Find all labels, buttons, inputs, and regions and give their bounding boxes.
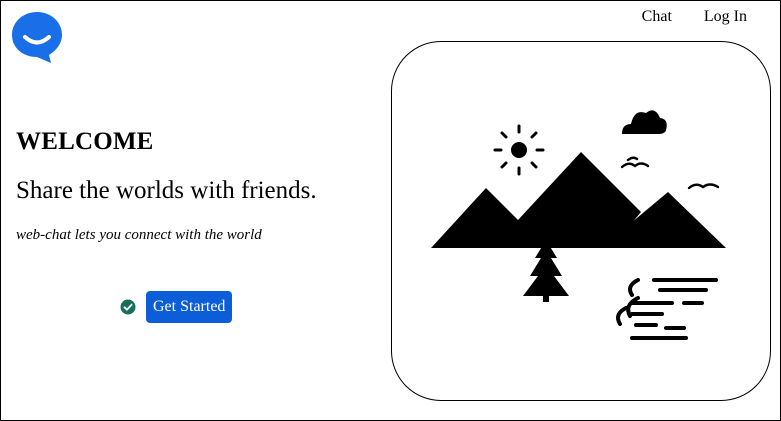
page: Chat Log In WELCOME Share the worlds wit… [0, 0, 781, 421]
birds-icon [620, 156, 720, 190]
mountains-icon [431, 152, 726, 248]
get-started-button[interactable]: Get Started [146, 291, 233, 323]
top-nav: Chat Log In [642, 8, 747, 26]
wind-icon [616, 278, 718, 340]
check-circle-icon [120, 299, 136, 315]
nav-chat-link[interactable]: Chat [642, 8, 672, 26]
illustration-card [391, 41, 771, 401]
pine-tree-icon [523, 240, 569, 302]
hero-title: WELCOME [16, 128, 154, 155]
sun-icon [493, 124, 545, 176]
landscape-mountains-icon [431, 110, 726, 340]
chat-bubble-smile-icon[interactable] [10, 10, 64, 64]
cloud-icon [622, 110, 667, 134]
cta-row: Get Started [120, 291, 233, 323]
nav-login-link[interactable]: Log In [704, 8, 747, 26]
hero-subtitle: Share the worlds with friends. [16, 177, 317, 204]
hero-tagline: web-chat lets you connect with the world [16, 227, 262, 243]
